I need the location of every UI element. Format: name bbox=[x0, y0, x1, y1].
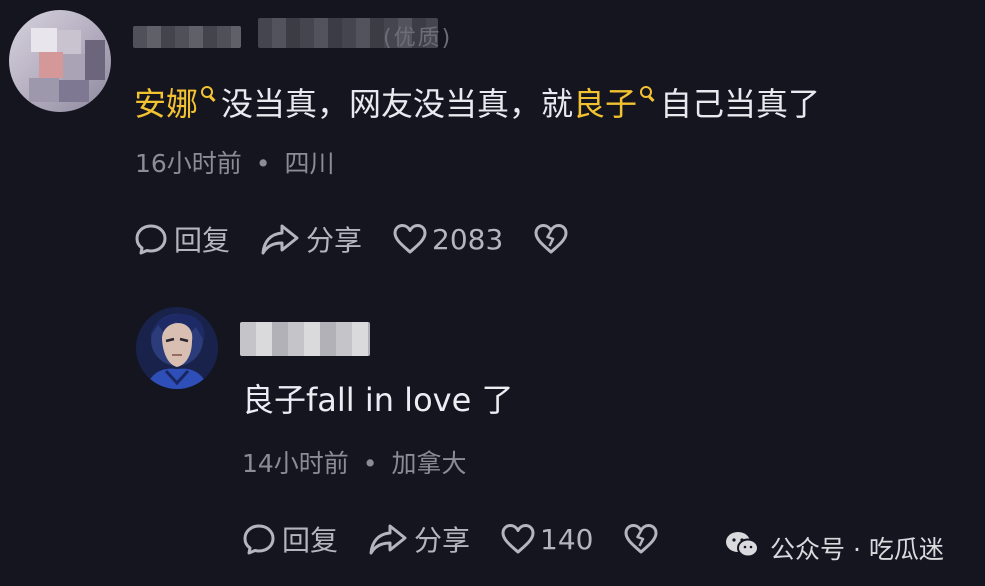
username-fragment: (优质) bbox=[383, 26, 453, 51]
dislike-heart-icon bbox=[623, 522, 659, 556]
dislike-heart-icon bbox=[533, 222, 569, 256]
reply-button[interactable]: 回复 bbox=[242, 519, 338, 559]
watermark-text: 公众号 · 吃瓜迷 bbox=[770, 535, 944, 564]
share-label: 分享 bbox=[414, 524, 471, 557]
comment-icon bbox=[242, 522, 276, 556]
comment-actions: 回复 分享 2083 bbox=[134, 219, 599, 259]
comment-text-segment: 自己当真了 bbox=[660, 85, 821, 123]
heart-icon bbox=[500, 522, 536, 556]
timestamp: 14小时前 bbox=[242, 449, 349, 478]
dislike-button[interactable] bbox=[623, 522, 659, 556]
comment-icon bbox=[134, 222, 168, 256]
share-button[interactable]: 分享 bbox=[260, 219, 362, 259]
username-blurred[interactable] bbox=[240, 322, 370, 356]
comment-meta: 14小时前 • 加拿大 bbox=[242, 444, 466, 480]
source-watermark: 公众号 · 吃瓜迷 bbox=[724, 530, 944, 566]
comment-text: 安娜 没当真，网友没当真，就良子 自己当真了 bbox=[134, 82, 820, 126]
search-icon[interactable] bbox=[639, 84, 655, 108]
comment-actions: 回复 分享 140 bbox=[242, 519, 689, 559]
comment-meta: 16小时前 • 四川 bbox=[135, 144, 334, 180]
reply-text: 良子fall in love 了 bbox=[242, 381, 514, 419]
share-button[interactable]: 分享 bbox=[368, 519, 470, 559]
meta-separator: • bbox=[362, 449, 378, 478]
location: 四川 bbox=[284, 149, 335, 178]
like-count: 140 bbox=[540, 522, 594, 556]
reply-label: 回复 bbox=[174, 224, 231, 257]
comment-text-segment: 没当真，网友没当真，就 bbox=[221, 85, 574, 123]
comment-thread: (优质) 安娜 没当真，网友没当真，就良子 自己当真了 16小时前 • 四川 回复 … bbox=[0, 0, 985, 586]
reply-button[interactable]: 回复 bbox=[134, 219, 230, 259]
highlight-keyword[interactable]: 良子 bbox=[573, 85, 637, 123]
share-icon bbox=[260, 222, 300, 256]
dislike-button[interactable] bbox=[533, 222, 569, 256]
timestamp: 16小时前 bbox=[135, 149, 242, 178]
heart-icon bbox=[392, 222, 428, 256]
share-label: 分享 bbox=[306, 224, 363, 257]
location: 加拿大 bbox=[391, 449, 467, 478]
share-icon bbox=[368, 522, 408, 556]
like-button[interactable]: 2083 bbox=[392, 222, 503, 256]
wechat-icon bbox=[724, 530, 760, 566]
like-count: 2083 bbox=[432, 222, 504, 256]
like-button[interactable]: 140 bbox=[500, 522, 593, 556]
reply-label: 回复 bbox=[282, 524, 339, 557]
meta-separator: • bbox=[255, 149, 271, 178]
avatar[interactable] bbox=[9, 10, 111, 112]
highlight-keyword[interactable]: 安娜 bbox=[134, 85, 198, 123]
username-blurred[interactable]: (优质) bbox=[133, 16, 453, 52]
avatar[interactable] bbox=[136, 307, 218, 389]
search-icon[interactable] bbox=[200, 84, 216, 108]
